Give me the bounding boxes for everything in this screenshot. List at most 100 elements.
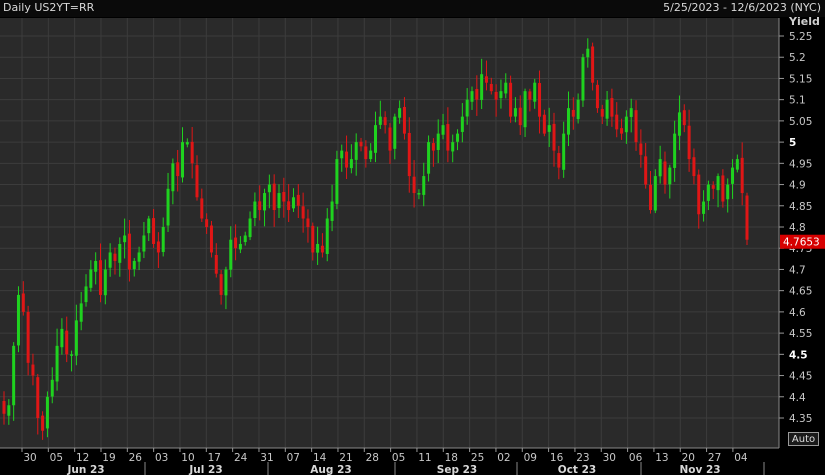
candle-body (378, 116, 382, 125)
candle-body (238, 243, 242, 250)
candle-body (142, 235, 146, 252)
candle-body (113, 253, 117, 261)
y-tick-label: 4.7 (789, 264, 806, 276)
x-month-label: Nov 23 (679, 464, 720, 475)
x-day-label: 10 (181, 452, 194, 464)
candle-body (152, 218, 156, 244)
candle-body (132, 260, 136, 270)
candle-body (489, 83, 493, 92)
candle-body (417, 193, 421, 195)
y-tick-label: 4.55 (789, 328, 812, 340)
candle-body (118, 243, 122, 263)
x-day-label: 03 (155, 452, 168, 464)
x-month-label: Sep 23 (437, 464, 477, 475)
candle-body (98, 260, 102, 295)
candle-body (123, 235, 127, 243)
candle-body (499, 91, 503, 99)
x-month-label: Jun 23 (66, 464, 104, 475)
candle-body (460, 116, 464, 132)
candle-body (552, 123, 556, 151)
candle-body (316, 243, 320, 253)
candle-body (243, 235, 247, 243)
candle-body (431, 143, 435, 151)
candle-body (441, 125, 445, 135)
candle-body (446, 124, 450, 151)
candle-body (547, 125, 551, 132)
candlestick-chart[interactable]: 5.255.25.155.15.0554.954.94.854.84.754.7… (0, 0, 825, 475)
x-day-label: 05 (392, 452, 405, 464)
x-month-label: Jul 23 (188, 464, 222, 475)
candle-body (176, 162, 180, 177)
candle-body (658, 159, 662, 177)
candle-body (407, 132, 411, 177)
candle-body (147, 218, 151, 234)
x-day-label: 11 (418, 452, 431, 464)
candle-body (388, 127, 392, 151)
candle-body (364, 146, 368, 160)
x-day-label: 30 (603, 452, 616, 464)
candle-body (480, 74, 484, 100)
candle-body (586, 48, 590, 58)
candle-body (456, 133, 460, 142)
candle-body (731, 167, 735, 184)
y-tick-label: 4.35 (789, 413, 812, 425)
candle-body (581, 57, 585, 101)
x-day-label: 27 (708, 452, 721, 464)
candle-body (21, 293, 25, 312)
candle-body (229, 239, 233, 270)
y-tick-label: 5.1 (789, 95, 806, 107)
x-day-label: 20 (682, 452, 695, 464)
candle-body (451, 142, 455, 152)
candle-body (74, 320, 78, 356)
candle-body (171, 163, 175, 192)
last-price-marker: 4.7653 (780, 234, 825, 249)
candle-body (301, 206, 305, 219)
candle-body (716, 176, 720, 191)
candle-body (591, 46, 595, 83)
candle-body (677, 112, 681, 136)
candle-body (55, 345, 59, 382)
candle-body (166, 188, 170, 226)
candle-body (566, 108, 570, 135)
candle-body (465, 99, 469, 117)
candle-body (65, 330, 69, 355)
candle-body (518, 107, 522, 126)
candle-body (513, 108, 517, 117)
candle-body (634, 110, 638, 143)
x-month-label: Aug 23 (310, 464, 351, 475)
candle-body (470, 91, 474, 102)
x-day-label: 07 (287, 452, 300, 464)
plot-area[interactable] (0, 18, 779, 448)
y-tick-label: 4.5 (789, 349, 808, 361)
candle-body (2, 401, 6, 414)
candle-body (306, 218, 310, 227)
candle-body (287, 201, 291, 211)
x-day-label: 30 (23, 452, 36, 464)
candle-body (576, 99, 580, 120)
y-tick-label: 5.05 (789, 116, 812, 128)
x-day-label: 13 (655, 452, 668, 464)
x-day-label: 19 (102, 452, 115, 464)
candle-body (668, 167, 672, 185)
x-day-label: 04 (734, 452, 748, 464)
candle-body (60, 328, 64, 348)
y-tick-label: 4.8 (789, 222, 806, 234)
x-day-label: 23 (576, 452, 589, 464)
candle-body (726, 184, 730, 200)
y-axis-title: Yield (788, 15, 820, 28)
candle-body (571, 109, 575, 117)
candle-body (185, 142, 189, 145)
candle-body (562, 133, 566, 170)
auto-scale-button[interactable]: Auto (788, 432, 819, 446)
x-day-label: 25 (471, 452, 484, 464)
candle-body (325, 218, 329, 254)
x-day-label: 14 (313, 452, 327, 464)
candle-body (528, 91, 532, 100)
x-day-label: 21 (339, 452, 352, 464)
y-tick-label: 4.4 (789, 392, 806, 404)
candle-body (702, 201, 706, 214)
candle-body (277, 193, 281, 209)
candle-body (711, 185, 715, 189)
x-day-label: 09 (524, 452, 537, 464)
candle-body (398, 108, 402, 118)
